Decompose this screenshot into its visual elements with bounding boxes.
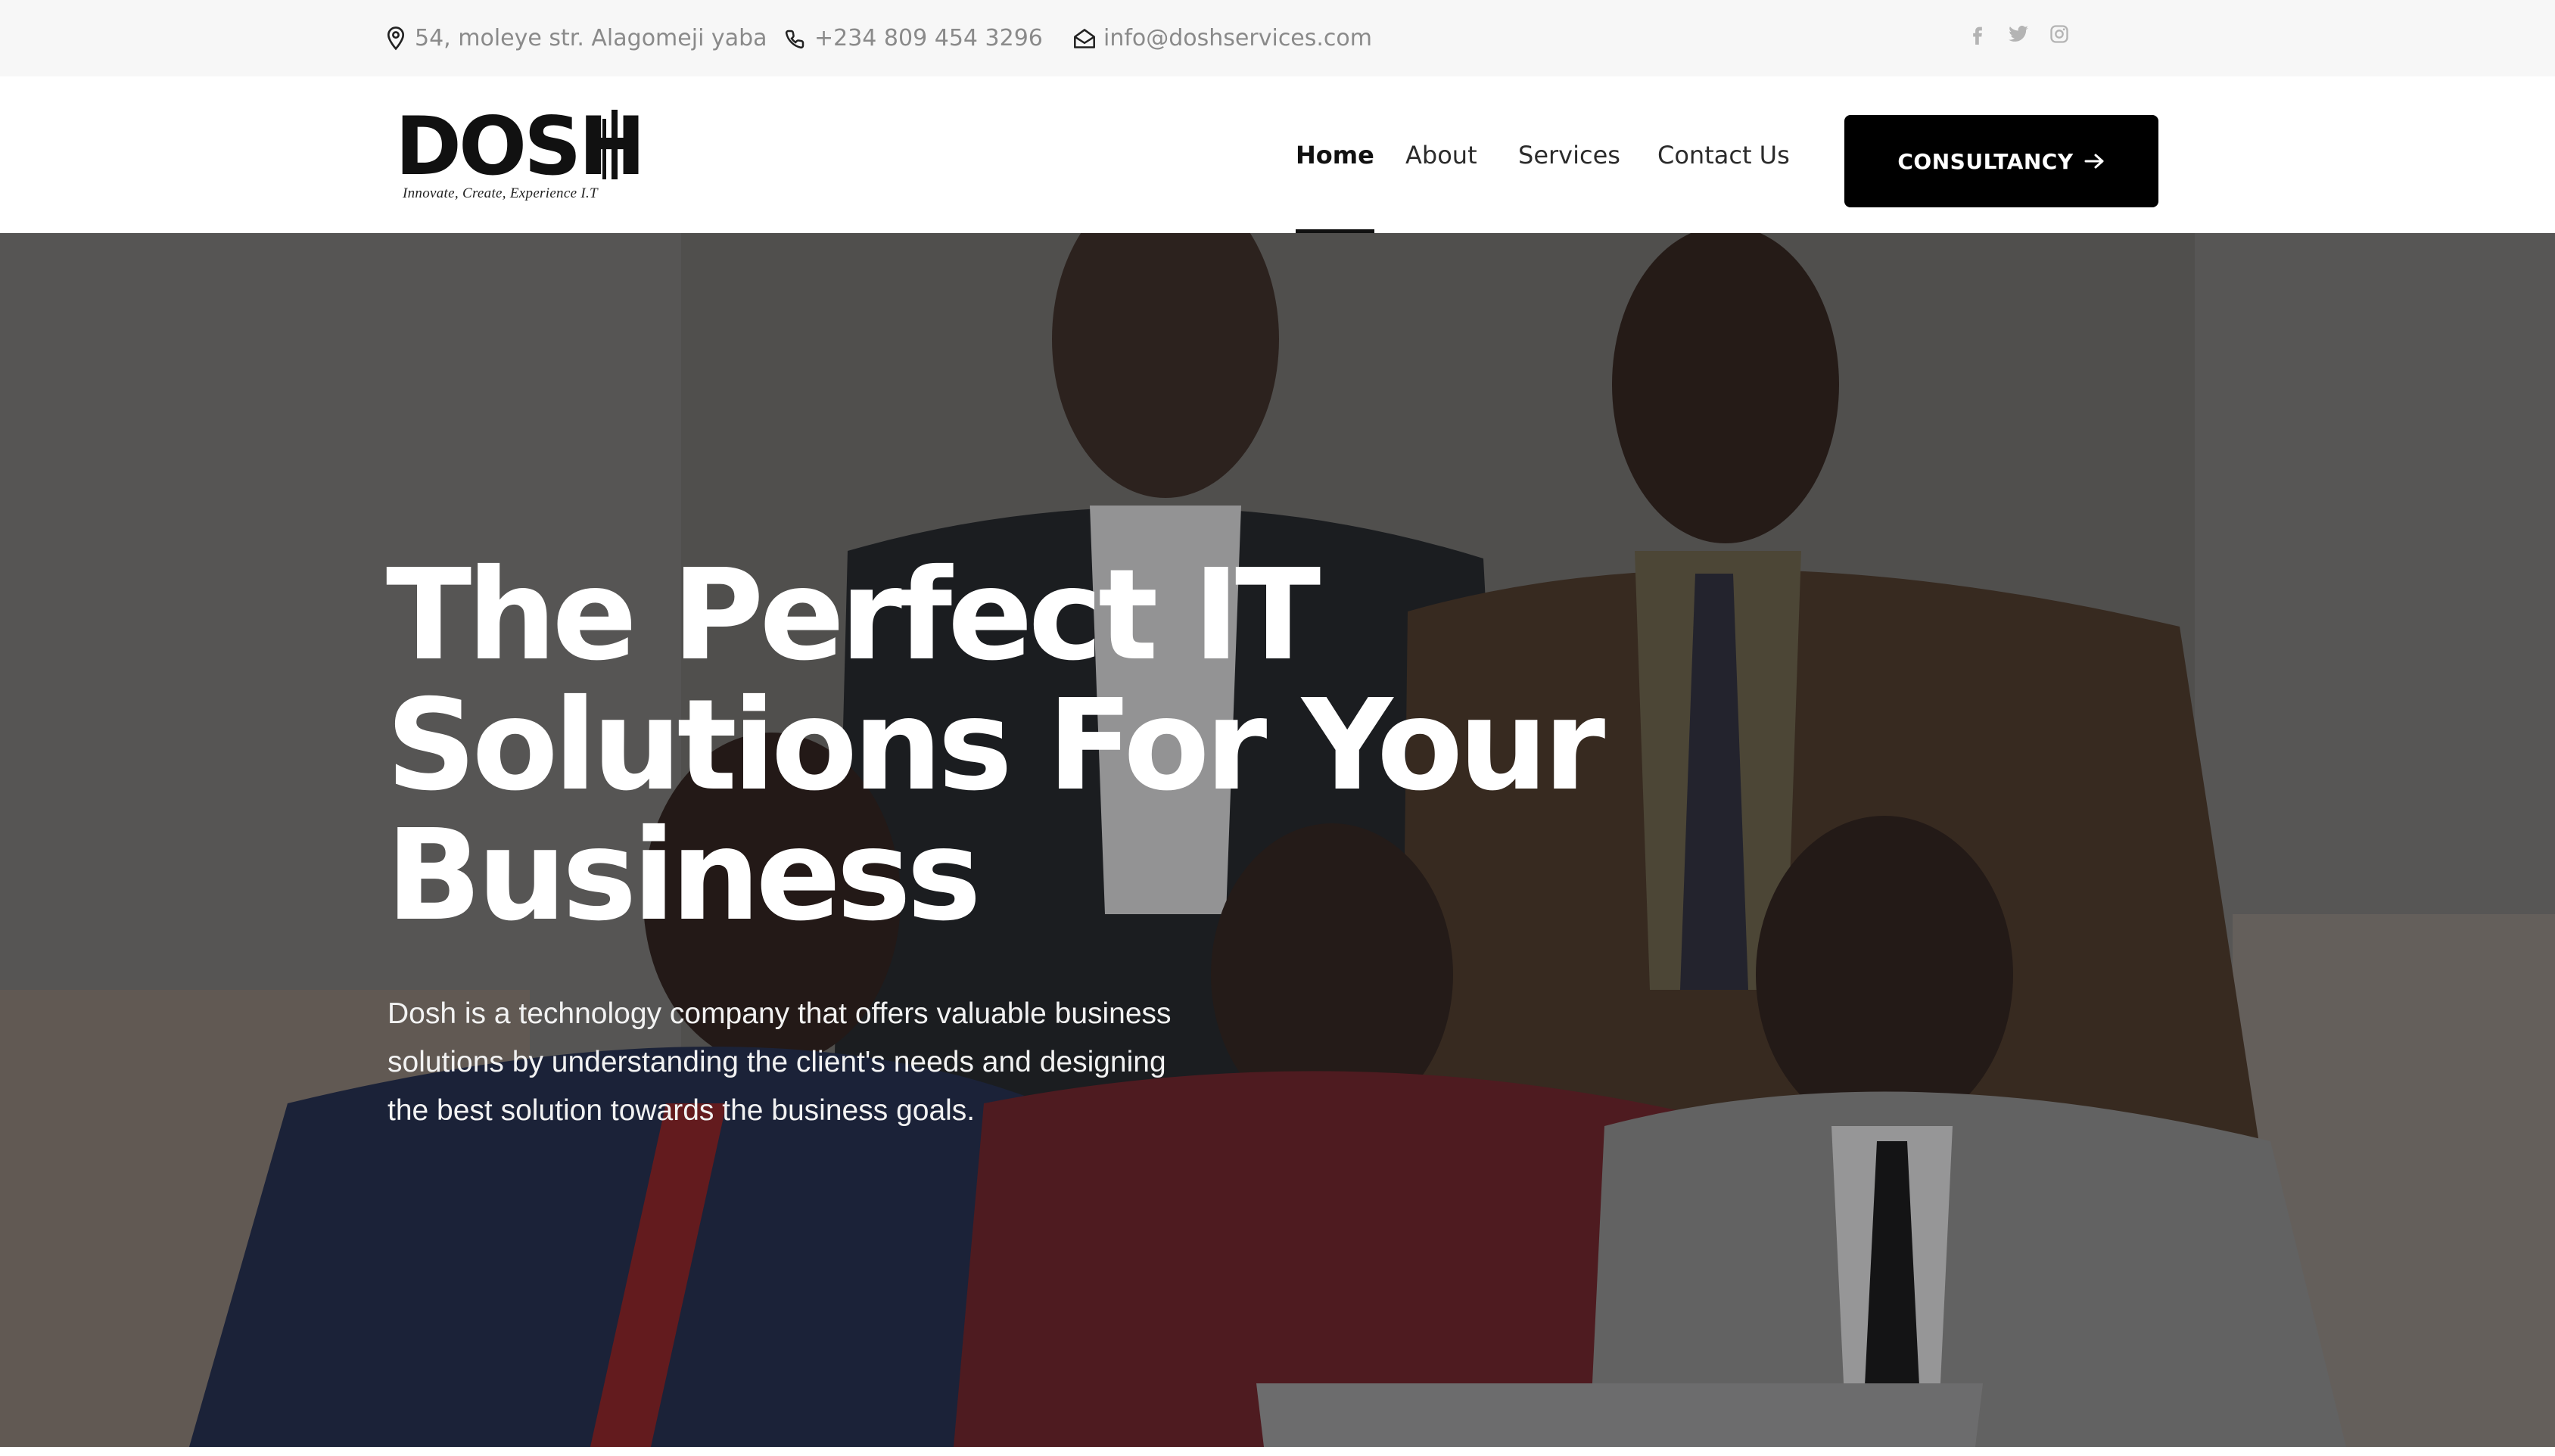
top-info-bar: 54, moleye str. Alagomeji yaba +234 809 … xyxy=(0,0,2555,76)
arrow-right-icon xyxy=(2084,154,2104,169)
email-text: info@doshservices.com xyxy=(1103,25,1373,51)
hero-description-line: the best solution towards the business g… xyxy=(387,1094,976,1127)
phone-text: +234 809 454 3296 xyxy=(814,25,1043,51)
nav-contact-us[interactable]: Contact Us xyxy=(1657,76,1790,233)
nav-services[interactable]: Services xyxy=(1518,76,1620,233)
hero-heading-line: The Perfect IT xyxy=(386,543,1321,689)
page-bottom-edge xyxy=(0,1447,2555,1456)
envelope-icon xyxy=(1074,28,1095,48)
hero-description-line: Dosh is a technology company that offers… xyxy=(387,997,1172,1030)
email-item[interactable]: info@doshservices.com xyxy=(1073,0,1372,76)
consultancy-button-label: CONSULTANCY xyxy=(1897,148,2074,174)
nav-about[interactable]: About xyxy=(1405,76,1477,233)
phone-icon xyxy=(785,30,804,48)
logo-tagline: Innovate, Create, Experience I.T xyxy=(403,185,598,201)
nav-contact-label: Contact Us xyxy=(1657,140,1790,170)
address-text: 54, moleye str. Alagomeji yaba xyxy=(415,25,767,51)
location-pin-icon xyxy=(387,26,405,50)
hero-heading-line: Solutions For Your xyxy=(386,673,1605,819)
hero-description-line: solutions by understanding the client's … xyxy=(387,1046,1166,1078)
hero-section: The Perfect IT Solutions For Your Busine… xyxy=(0,233,2555,1447)
nav-services-label: Services xyxy=(1518,140,1620,170)
phone-item[interactable]: +234 809 454 3296 xyxy=(784,0,1043,76)
hero-description: Dosh is a technology company that offers… xyxy=(387,990,1235,1135)
hero-heading: The Perfect IT Solutions For Your Busine… xyxy=(386,543,1605,949)
hero-heading-line: Business xyxy=(386,803,982,949)
facebook-icon[interactable] xyxy=(1966,23,1989,45)
nav-home[interactable]: Home xyxy=(1296,76,1374,233)
dosh-logo[interactable]: DOSH Innovate, Create, Experience I.T xyxy=(395,107,646,204)
twitter-icon[interactable] xyxy=(2007,23,2030,45)
address-item: 54, moleye str. Alagomeji yaba xyxy=(384,0,767,76)
main-header: DOSH Innovate, Create, Experience I.T Ho… xyxy=(0,76,2555,233)
nav-about-label: About xyxy=(1405,140,1477,170)
nav-home-label: Home xyxy=(1296,140,1374,170)
instagram-icon[interactable] xyxy=(2048,23,2071,45)
social-links xyxy=(1966,0,2071,68)
consultancy-button[interactable]: CONSULTANCY xyxy=(1844,115,2158,207)
